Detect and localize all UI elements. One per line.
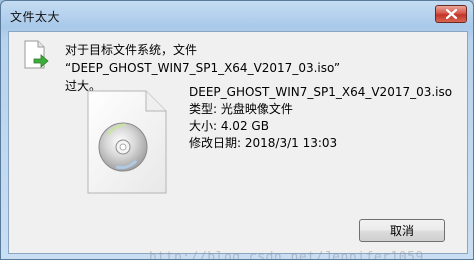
dialog-content: 对于目标文件系统，文件 “DEEP_GHOST_WIN7_SP1_X64_V20… — [8, 31, 468, 259]
close-button[interactable] — [435, 5, 467, 23]
dialog-window: 文件太大 对于目标文件系统，文件 “DEEP_GHOST_WIN7_SP1_X6… — [0, 0, 474, 260]
disc-file-icon — [87, 90, 167, 194]
file-details: DEEP_GHOST_WIN7_SP1_X64_V2017_03.iso 类型:… — [189, 84, 452, 152]
title-bar[interactable]: 文件太大 — [1, 1, 473, 31]
window-title: 文件太大 — [10, 10, 61, 24]
file-size: 大小: 4.02 GB — [189, 119, 269, 133]
message-line-1: 对于目标文件系统，文件 “DEEP_GHOST_WIN7_SP1_X64_V20… — [65, 43, 341, 75]
watermark: http://blog.csdn.net/Jennifer1059 — [149, 250, 424, 260]
file-modified: 修改日期: 2018/3/1 13:03 — [189, 136, 338, 150]
close-icon — [446, 9, 457, 19]
file-name: DEEP_GHOST_WIN7_SP1_X64_V2017_03.iso — [189, 85, 453, 99]
file-type: 类型: 光盘映像文件 — [189, 102, 293, 116]
cancel-button[interactable]: 取消 — [359, 219, 445, 242]
document-arrow-icon — [24, 40, 49, 69]
